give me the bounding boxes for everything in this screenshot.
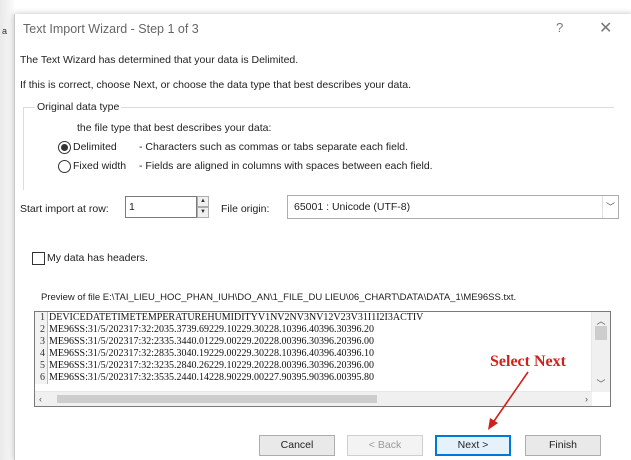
next-button[interactable]: Next > xyxy=(435,435,511,456)
row-text: ME96SS:31/5/202317:32:2035.3739.69229.10… xyxy=(49,324,375,335)
headers-label[interactable]: My data has headers. xyxy=(47,252,148,264)
row-text: ME96SS:31/5/202317:32:2835.3040.19229.00… xyxy=(49,348,375,359)
start-row-input[interactable]: 1 xyxy=(125,196,197,218)
file-origin-select[interactable]: 65001 : Unicode (UTF-8) ﹀ xyxy=(287,195,619,219)
spin-up-icon[interactable]: ▲ xyxy=(197,196,209,207)
row-text: DEVICEDATETIMETEMPERATUREHUMIDITYV1NV2NV… xyxy=(49,312,424,323)
background-window-edge xyxy=(0,0,14,460)
row-number: 2 xyxy=(35,324,48,336)
preview-row: 2 ME96SS:31/5/202317:32:2035.3739.69229.1… xyxy=(35,324,592,336)
delimited-radio[interactable] xyxy=(58,141,71,154)
horizontal-scroll-thumb[interactable] xyxy=(57,395,377,403)
scroll-left-icon[interactable]: ‹ xyxy=(39,392,42,406)
group-prompt: the file type that best describes your d… xyxy=(77,122,272,134)
delimited-label-text: Delimited xyxy=(73,141,117,153)
delimited-label[interactable]: Delimited xyxy=(73,141,117,153)
background-text-fragment: a xyxy=(2,26,8,36)
preview-row: 1 DEVICEDATETIMETEMPERATUREHUMIDITYV1NV2N… xyxy=(35,312,592,324)
row-text: ME96SS:31/5/202317:32:3235.2840.26229.10… xyxy=(49,360,375,371)
back-button[interactable]: < Back xyxy=(347,435,423,456)
row-text: ME96SS:31/5/202317:32:3535.2440.14228.90… xyxy=(49,372,375,383)
row-number: 6 xyxy=(35,372,48,384)
scroll-right-icon[interactable]: › xyxy=(585,392,588,406)
radio-selected-icon xyxy=(61,144,68,151)
help-button[interactable]: ? xyxy=(556,20,563,35)
close-button[interactable]: ✕ xyxy=(599,18,612,38)
title-bar: Text Import Wizard - Step 1 of 3 ? ✕ xyxy=(15,14,631,44)
row-number: 4 xyxy=(35,348,48,360)
row-number: 3 xyxy=(35,336,48,348)
annotation-label: Select Next xyxy=(490,353,566,370)
headers-checkbox[interactable] xyxy=(32,252,45,265)
delimited-description: - Characters such as commas or tabs sepa… xyxy=(139,141,409,153)
preview-vertical-scrollbar[interactable]: ︿ ﹀ xyxy=(591,312,610,392)
row-number: 1 xyxy=(35,312,48,324)
file-origin-label: File origin: xyxy=(221,203,270,215)
file-origin-value: 65001 : Unicode (UTF-8) xyxy=(294,201,411,213)
vertical-scroll-thumb[interactable] xyxy=(595,326,607,340)
chevron-down-icon: ﹀ xyxy=(602,196,618,218)
fixed-width-label-text: Fixed width xyxy=(73,160,127,172)
dialog-title: Text Import Wizard - Step 1 of 3 xyxy=(23,22,199,36)
scroll-down-icon[interactable]: ﹀ xyxy=(592,377,610,390)
fixed-width-description: - Fields are aligned in columns with spa… xyxy=(139,160,433,172)
determined-text: The Text Wizard has determined that your… xyxy=(20,54,299,66)
row-number: 5 xyxy=(35,360,48,372)
cancel-button[interactable]: Cancel xyxy=(259,435,335,456)
spin-down-icon[interactable]: ▼ xyxy=(197,207,209,218)
preview-rows: 1 DEVICEDATETIMETEMPERATUREHUMIDITYV1NV2N… xyxy=(35,312,592,392)
fixed-width-label[interactable]: Fixed width xyxy=(73,160,126,172)
start-row-label: Start import at row: xyxy=(20,203,109,215)
preview-label: Preview of file E:\TAI_LIEU_HOC_PHAN_IUH… xyxy=(41,292,517,303)
text-import-wizard-dialog: Text Import Wizard - Step 1 of 3 ? ✕ The… xyxy=(14,14,631,460)
instruction-text: If this is correct, choose Next, or choo… xyxy=(20,79,412,91)
group-label: Original data type xyxy=(35,101,122,113)
row-text: ME96SS:31/5/202317:32:2335.3440.01229.00… xyxy=(49,336,375,347)
preview-horizontal-scrollbar[interactable]: ‹ › xyxy=(35,391,592,406)
fixed-width-radio[interactable] xyxy=(58,160,71,173)
preview-row: 6 ME96SS:31/5/202317:32:3535.2440.14228.9… xyxy=(35,372,592,384)
finish-button[interactable]: Finish xyxy=(525,435,601,456)
preview-row: 3 ME96SS:31/5/202317:32:2335.3440.01229.0… xyxy=(35,336,592,348)
